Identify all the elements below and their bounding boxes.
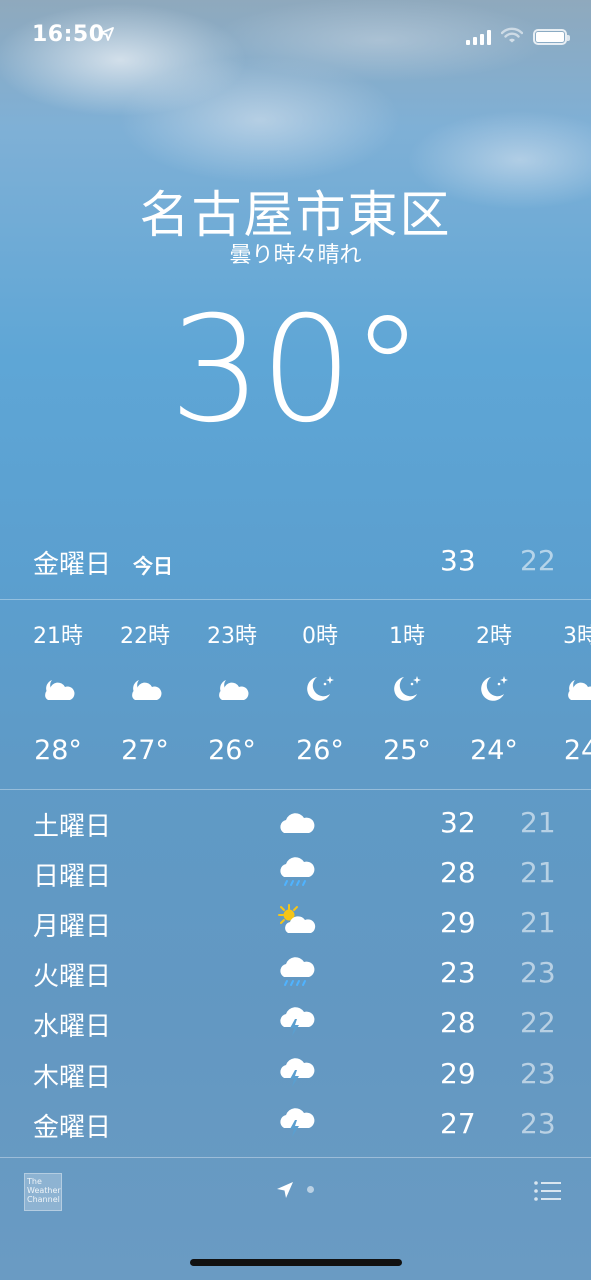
hourly-forecast[interactable]: 21時 28° 22時 27° 23時 26° 0時 26° 1時 25° 2時 [0, 600, 591, 790]
rain-icon [275, 853, 317, 889]
today-high: 33 [440, 544, 476, 577]
cellular-signal-icon [466, 29, 491, 45]
daily-row: 水曜日 28 22 [0, 1000, 591, 1050]
daily-row: 土曜日 32 21 [0, 800, 591, 850]
today-label: 今日 [133, 554, 173, 578]
daily-row: 日曜日 28 21 [0, 850, 591, 900]
status-time: 16:50 [32, 22, 105, 47]
clear-night-icon [474, 670, 514, 706]
weather-condition: 曇り時々晴れ [229, 243, 362, 268]
divider [0, 789, 591, 790]
page-indicator-dot[interactable] [307, 1186, 314, 1193]
cloud-icon [275, 803, 317, 839]
current-location-page-icon[interactable] [275, 1180, 295, 1204]
today-day: 金曜日 [33, 550, 112, 580]
current-temperature: 30° [169, 285, 424, 455]
daily-row: 火曜日 23 23 [0, 950, 591, 1000]
thunderstorm-icon [275, 1104, 317, 1140]
partly-cloudy-night-icon [561, 670, 591, 706]
location-arrow-icon [100, 26, 114, 45]
thunderstorm-icon [275, 1003, 317, 1039]
bottom-toolbar: The Weather Channel [0, 1158, 591, 1228]
thunderstorm-icon [275, 1054, 317, 1090]
today-low: 22 [520, 544, 556, 577]
home-indicator[interactable] [190, 1259, 402, 1266]
status-bar: 16:50 [0, 0, 591, 70]
partly-cloudy-night-icon [38, 670, 78, 706]
rain-icon [275, 953, 317, 989]
battery-icon [533, 29, 570, 45]
wifi-icon [500, 27, 524, 47]
today-summary: 金曜日 今日 33 22 [0, 538, 591, 588]
clear-night-icon [300, 670, 340, 706]
daily-row: 木曜日 29 23 [0, 1051, 591, 1101]
daily-row: 月曜日 29 21 [0, 900, 591, 950]
weather-channel-logo[interactable]: The Weather Channel [24, 1173, 62, 1211]
clear-night-icon [387, 670, 427, 706]
partly-cloudy-night-icon [125, 670, 165, 706]
city-list-icon[interactable] [533, 1180, 563, 1206]
partly-sunny-icon [275, 903, 317, 939]
daily-row: 金曜日 27 23 [0, 1101, 591, 1151]
partly-cloudy-night-icon [212, 670, 252, 706]
